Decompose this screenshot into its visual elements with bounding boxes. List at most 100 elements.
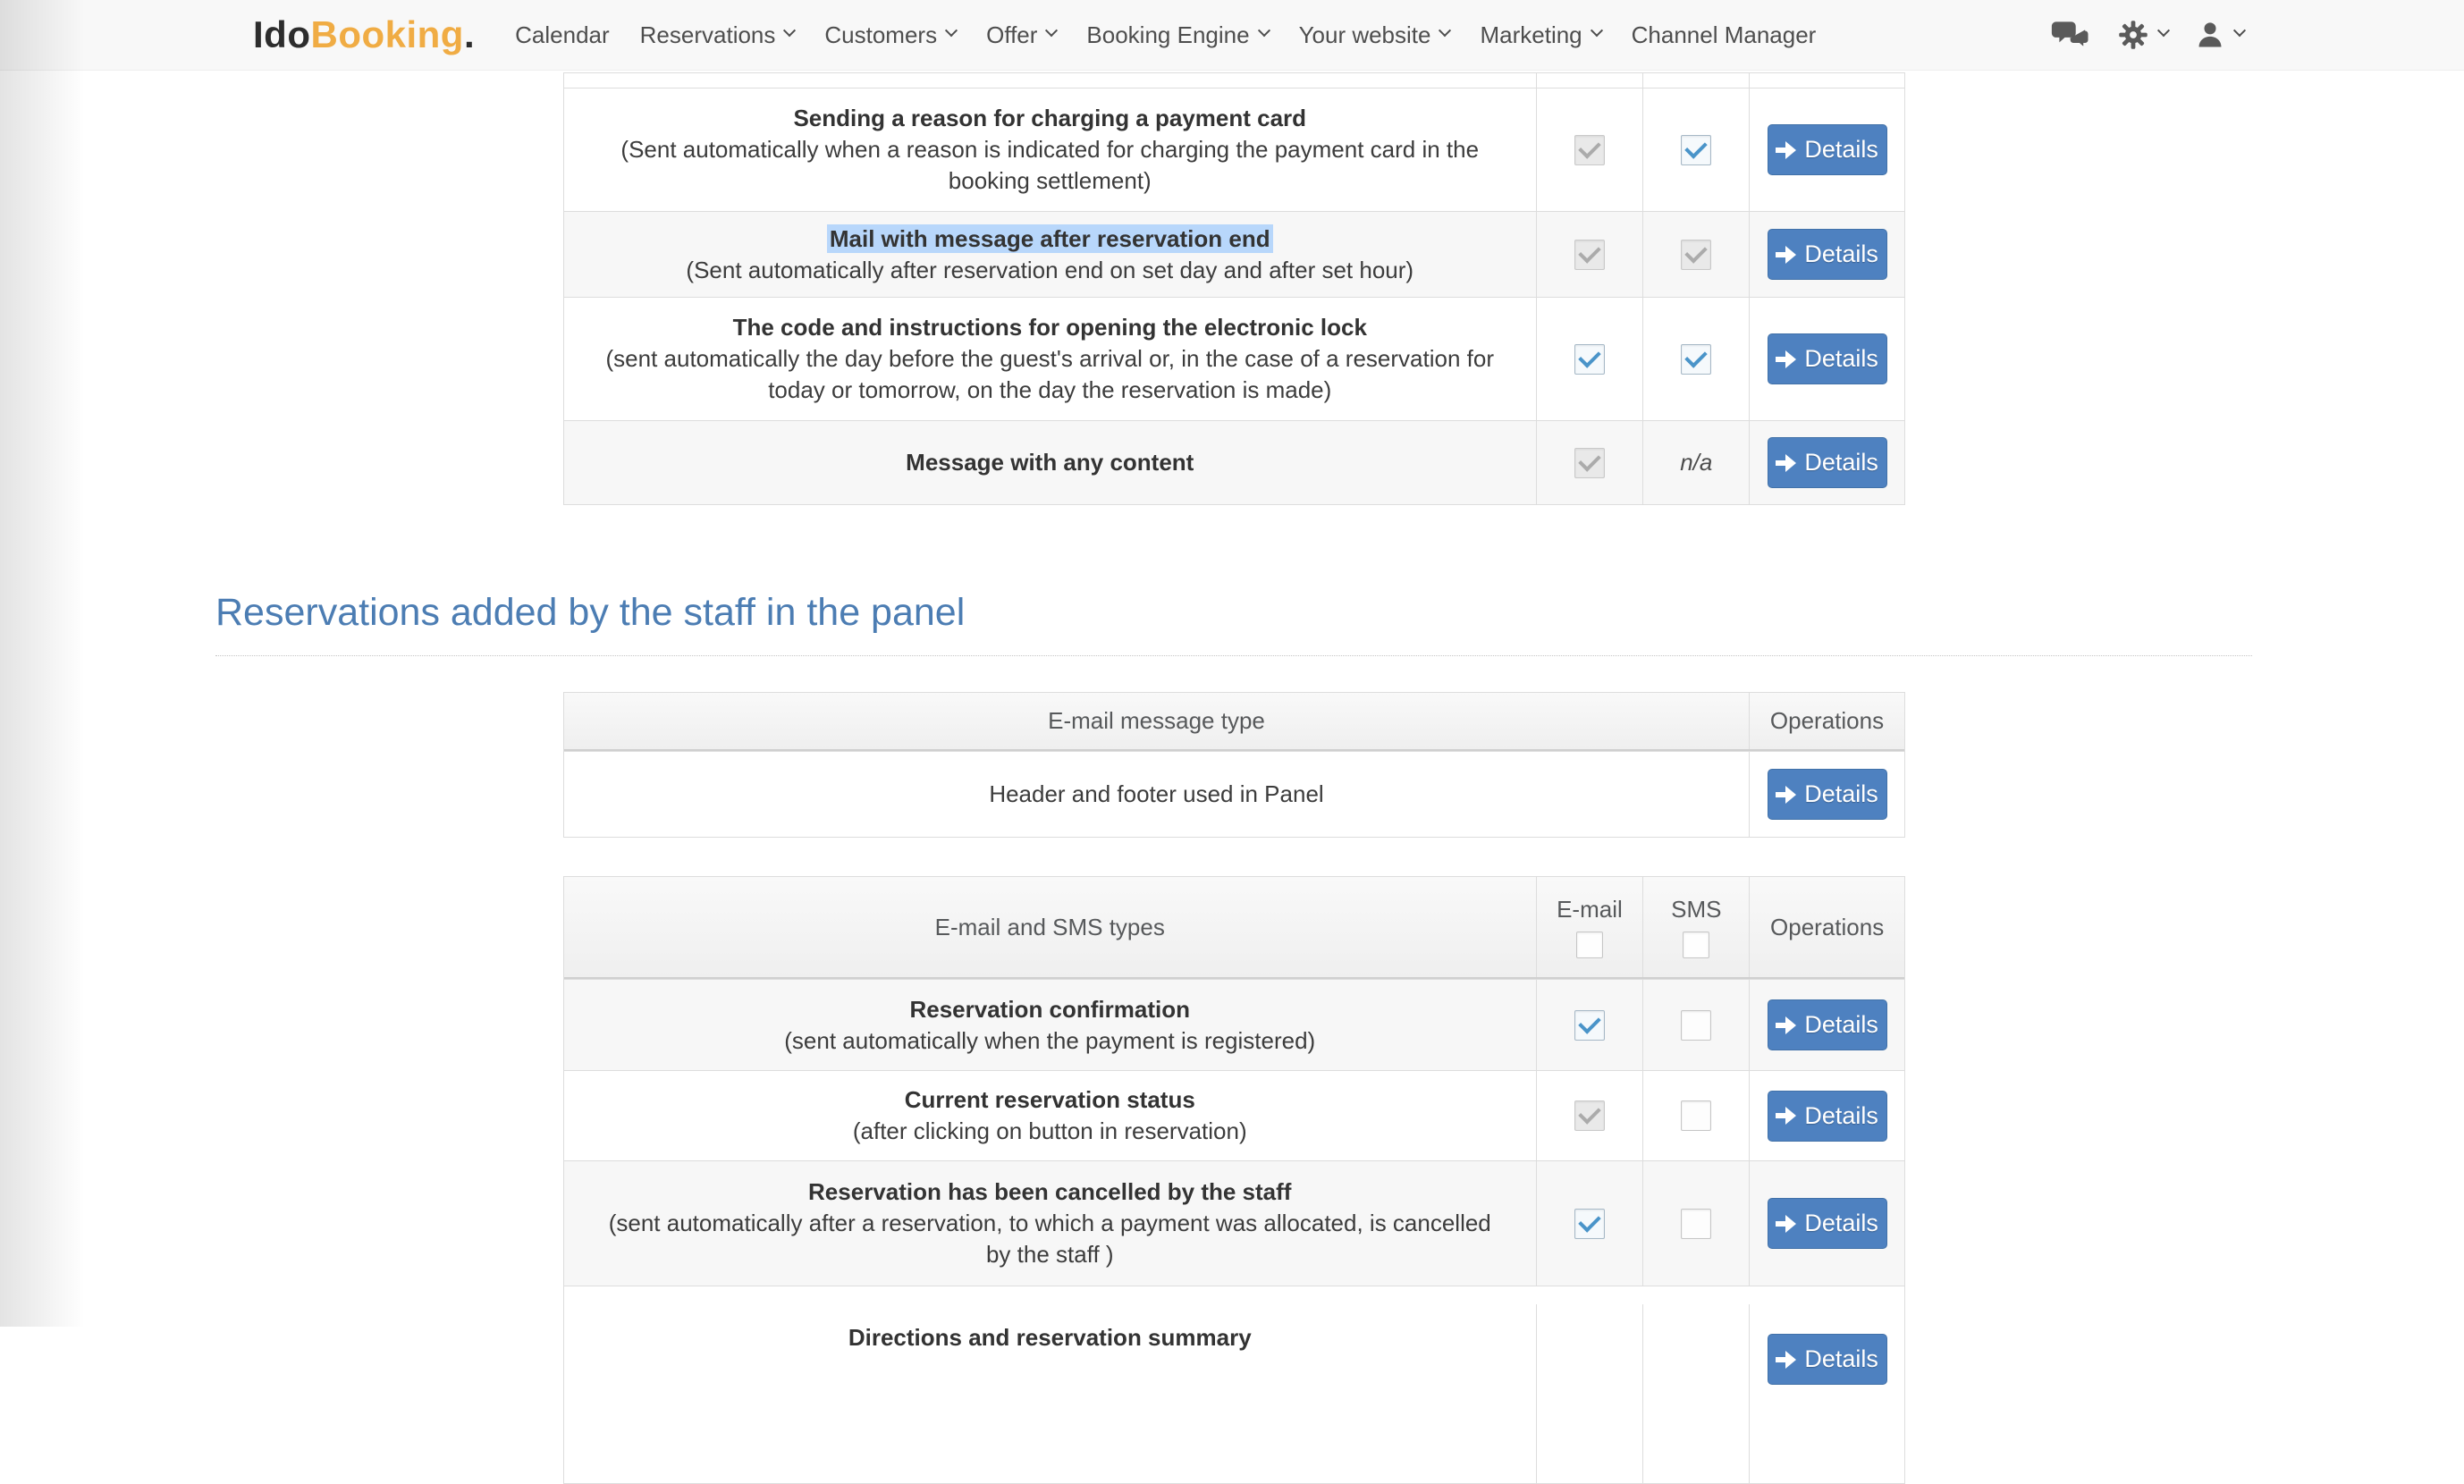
email-checkbox[interactable]: [1574, 1010, 1605, 1041]
chevron-down-icon: [2233, 24, 2246, 37]
email-checkbox: [1574, 1100, 1605, 1131]
table-row: Message with any content n/a Details: [564, 420, 1904, 504]
section-header: Reservations added by the staff in the p…: [215, 591, 2252, 656]
email-checkbox: [1574, 240, 1605, 270]
arrow-right-icon: [1776, 141, 1796, 159]
table-header-row: E-mail message type Operations: [564, 693, 1904, 751]
details-button[interactable]: Details: [1768, 333, 1887, 384]
details-button[interactable]: Details: [1768, 124, 1887, 175]
message-title: Sending a reason for charging a payment …: [793, 103, 1306, 134]
arrow-right-icon: [1776, 1016, 1796, 1034]
sms-checkbox[interactable]: [1681, 1209, 1711, 1239]
email-checkbox: [1574, 135, 1605, 165]
message-title: The code and instructions for opening th…: [733, 312, 1367, 343]
message-title: Mail with message after reservation end: [827, 223, 1273, 255]
chevron-down-icon: [2157, 24, 2170, 37]
chevron-down-icon: [783, 24, 796, 37]
nav-item-calendar[interactable]: Calendar: [500, 0, 625, 71]
chevron-down-icon: [945, 24, 958, 37]
message-description: (Sent automatically when a reason is ind…: [598, 134, 1501, 197]
column-header-email-sms-types: E-mail and SMS types: [564, 877, 1536, 977]
message-title: Message with any content: [906, 447, 1194, 478]
message-title: Header and footer used in Panel: [989, 779, 1323, 810]
section-title: Reservations added by the staff in the p…: [215, 591, 2252, 634]
column-header-operations: Operations: [1749, 877, 1904, 977]
arrow-right-icon: [1776, 1107, 1796, 1125]
table-row: Sending a reason for charging a payment …: [564, 88, 1904, 211]
details-button[interactable]: Details: [1768, 229, 1887, 280]
table-row: Header and footer used in Panel Details: [564, 751, 1904, 837]
nav-item-booking-engine[interactable]: Booking Engine: [1071, 0, 1283, 71]
message-description: (sent automatically when the payment is …: [784, 1025, 1315, 1057]
column-header-email-message-type: E-mail message type: [564, 693, 1749, 749]
message-title: Directions and reservation summary: [848, 1322, 1252, 1353]
details-button[interactable]: Details: [1768, 437, 1887, 488]
nav-item-your-website[interactable]: Your website: [1284, 0, 1465, 71]
table-row: Reservation has been cancelled by the st…: [564, 1160, 1904, 1286]
main-content: Sending a reason for charging a payment …: [563, 72, 1905, 1484]
message-title: Current reservation status: [905, 1084, 1195, 1116]
arrow-right-icon: [1776, 454, 1796, 472]
staff-messages-table: E-mail and SMS types E-mail SMS Operatio…: [563, 876, 1905, 1484]
message-description: (sent automatically the day before the g…: [598, 343, 1501, 406]
messages-icon[interactable]: [2051, 19, 2090, 51]
messages-table: Sending a reason for charging a payment …: [563, 72, 1905, 505]
arrow-right-icon: [1776, 1215, 1796, 1233]
details-button[interactable]: Details: [1768, 1091, 1887, 1142]
sms-select-all-checkbox[interactable]: [1683, 932, 1709, 958]
table-row: Current reservation status (after clicki…: [564, 1070, 1904, 1160]
arrow-right-icon: [1776, 1351, 1796, 1369]
message-title: Reservation has been cancelled by the st…: [808, 1176, 1291, 1208]
user-icon[interactable]: [2195, 19, 2244, 51]
message-description: (sent automatically after a reservation,…: [598, 1208, 1501, 1270]
nav-item-channel-manager[interactable]: Channel Manager: [1616, 0, 1832, 71]
email-checkbox[interactable]: [1574, 344, 1605, 375]
nav-item-customers[interactable]: Customers: [809, 0, 971, 71]
column-header-sms: SMS: [1671, 896, 1721, 923]
sms-checkbox[interactable]: [1681, 344, 1711, 375]
table-row-partial-bottom: Directions and reservation summary Detai…: [564, 1286, 1904, 1483]
nav-menu: Calendar Reservations Customers Offer Bo…: [500, 0, 1831, 71]
table-header-row: E-mail and SMS types E-mail SMS Operatio…: [564, 877, 1904, 979]
table-row: Mail with message after reservation end …: [564, 211, 1904, 297]
brand-logo-dot: .: [464, 13, 475, 55]
arrow-right-icon: [1776, 350, 1796, 368]
table-row: The code and instructions for opening th…: [564, 297, 1904, 420]
top-navbar: IdoBooking. Calendar Reservations Custom…: [0, 0, 2464, 71]
details-button[interactable]: Details: [1768, 769, 1887, 820]
brand-logo-booking: Booking: [310, 13, 463, 55]
arrow-right-icon: [1776, 246, 1796, 264]
sms-checkbox: [1681, 240, 1711, 270]
sms-checkbox[interactable]: [1681, 1100, 1711, 1131]
table-row-partial-top: [564, 73, 1904, 88]
brand-logo[interactable]: IdoBooking.: [253, 13, 475, 56]
nav-item-marketing[interactable]: Marketing: [1464, 0, 1616, 71]
left-edge-shadow: [0, 0, 85, 1327]
chevron-down-icon: [1257, 24, 1270, 37]
nav-right-icons: [2051, 19, 2244, 51]
column-header-email: E-mail: [1557, 896, 1623, 923]
email-checkbox[interactable]: [1574, 1209, 1605, 1239]
settings-gear-icon[interactable]: [2117, 19, 2168, 51]
message-title: Reservation confirmation: [909, 994, 1190, 1025]
chevron-down-icon: [1439, 24, 1451, 37]
chevron-down-icon: [1045, 24, 1058, 37]
nav-item-offer[interactable]: Offer: [971, 0, 1071, 71]
nav-item-reservations[interactable]: Reservations: [625, 0, 810, 71]
details-button[interactable]: Details: [1768, 1334, 1887, 1385]
column-header-operations: Operations: [1749, 693, 1904, 749]
sms-checkbox[interactable]: [1681, 135, 1711, 165]
table-row: Reservation confirmation (sent automatic…: [564, 979, 1904, 1070]
chevron-down-icon: [1591, 24, 1603, 37]
details-button[interactable]: Details: [1768, 1198, 1887, 1249]
sms-checkbox[interactable]: [1681, 1010, 1711, 1041]
details-button[interactable]: Details: [1768, 999, 1887, 1050]
message-description: (after clicking on button in reservation…: [853, 1116, 1247, 1147]
panel-messages-table: E-mail message type Operations Header an…: [563, 692, 1905, 838]
message-description: (Sent automatically after reservation en…: [686, 255, 1413, 286]
na-label: n/a: [1680, 449, 1712, 476]
email-select-all-checkbox[interactable]: [1576, 932, 1603, 958]
arrow-right-icon: [1776, 786, 1796, 804]
email-checkbox: [1574, 448, 1605, 478]
brand-logo-ido: Ido: [253, 13, 310, 55]
